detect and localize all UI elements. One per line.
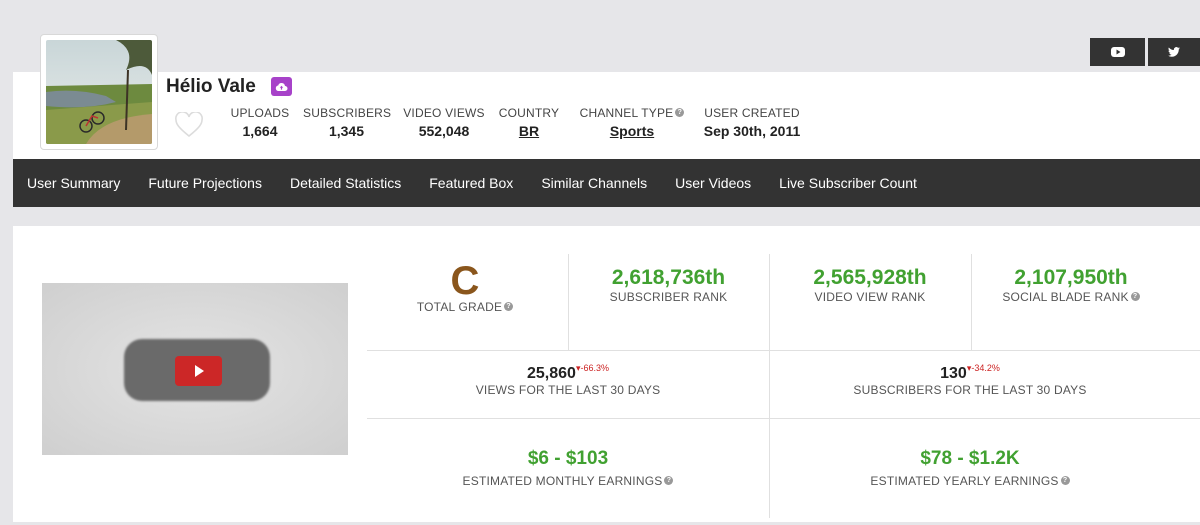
total-grade: C TOTAL GRADE? bbox=[390, 259, 540, 314]
yearly-earnings-label: ESTIMATED YEARLY EARNINGS bbox=[870, 474, 1059, 488]
help-icon[interactable]: ? bbox=[675, 108, 685, 117]
nav-featured-box[interactable]: Featured Box bbox=[429, 175, 513, 191]
stat-subscribers: SUBSCRIBERS 1,345 bbox=[303, 106, 392, 139]
channel-name: Hélio Vale bbox=[166, 76, 256, 97]
favorite-button[interactable] bbox=[174, 111, 204, 143]
divider bbox=[367, 350, 1200, 351]
nav-future-projections[interactable]: Future Projections bbox=[148, 175, 262, 191]
monthly-earnings: $6 - $103 ESTIMATED MONTHLY EARNINGS? bbox=[367, 448, 769, 488]
nav-bar: User Summary Future Projections Detailed… bbox=[13, 159, 1200, 207]
rank-value: 2,107,950th bbox=[1014, 266, 1128, 289]
nav-user-summary[interactable]: User Summary bbox=[27, 175, 120, 191]
stat-label: SUBSCRIBERS bbox=[303, 106, 392, 120]
nav-detailed-statistics[interactable]: Detailed Statistics bbox=[290, 175, 401, 191]
help-icon[interactable]: ? bbox=[1060, 476, 1070, 485]
rank-label: SOCIAL BLADE RANK bbox=[1002, 290, 1129, 304]
video-view-rank: 2,565,928th VIDEO VIEW RANK bbox=[769, 266, 971, 304]
rank-value: 2,618,736th bbox=[611, 266, 726, 289]
subscriber-rank: 2,618,736th SUBSCRIBER RANK bbox=[568, 266, 769, 304]
stat-label: USER CREATED bbox=[704, 106, 800, 120]
help-icon[interactable]: ? bbox=[664, 476, 674, 485]
monthly-earnings-value: $6 - $103 bbox=[527, 448, 609, 469]
help-icon[interactable]: ? bbox=[504, 302, 514, 311]
grade-value: C bbox=[450, 259, 480, 303]
views-30-value: 25,860 bbox=[527, 365, 576, 382]
avatar bbox=[40, 34, 158, 150]
subs-30-value: 130 bbox=[940, 365, 967, 382]
subs-30-label: SUBSCRIBERS FOR THE LAST 30 DAYS bbox=[853, 383, 1087, 397]
rank-label: SUBSCRIBER RANK bbox=[609, 290, 728, 304]
video-player[interactable] bbox=[42, 283, 348, 455]
country-link[interactable]: BR bbox=[498, 123, 560, 139]
nav-user-videos[interactable]: User Videos bbox=[675, 175, 751, 191]
stat-video-views: VIDEO VIEWS 552,048 bbox=[403, 106, 485, 139]
stat-channel-type: CHANNEL TYPE? Sports bbox=[572, 106, 692, 139]
cloud-upload-icon bbox=[275, 82, 288, 91]
subscribers-last-30-days: 130▾-34.2% SUBSCRIBERS FOR THE LAST 30 D… bbox=[769, 363, 1171, 397]
heart-icon bbox=[175, 111, 203, 138]
stat-value: 1,345 bbox=[328, 123, 365, 139]
stat-value: 1,664 bbox=[242, 123, 278, 139]
channel-avatar-image bbox=[46, 40, 152, 144]
grade-label: TOTAL GRADE bbox=[416, 300, 503, 314]
stat-user-created: USER CREATED Sep 30th, 2011 bbox=[702, 106, 802, 139]
monthly-earnings-label: ESTIMATED MONTHLY EARNINGS bbox=[462, 474, 663, 488]
views-30-delta: -66.3% bbox=[580, 363, 609, 373]
stat-label: UPLOADS bbox=[230, 106, 290, 120]
views-30-label: VIEWS FOR THE LAST 30 DAYS bbox=[475, 383, 661, 397]
partner-badge bbox=[271, 77, 292, 96]
twitter-icon bbox=[1168, 47, 1180, 57]
play-button[interactable] bbox=[175, 356, 222, 386]
twitter-link[interactable] bbox=[1148, 38, 1200, 66]
stat-label: CHANNEL TYPE bbox=[579, 106, 674, 120]
nav-similar-channels[interactable]: Similar Channels bbox=[541, 175, 647, 191]
stat-value: Sep 30th, 2011 bbox=[703, 123, 801, 139]
stat-value: 552,048 bbox=[418, 123, 470, 139]
views-last-30-days: 25,860▾-66.3% VIEWS FOR THE LAST 30 DAYS bbox=[367, 363, 769, 397]
rank-label: VIDEO VIEW RANK bbox=[814, 290, 926, 304]
nav-live-subscriber-count[interactable]: Live Subscriber Count bbox=[779, 175, 917, 191]
stat-label: VIDEO VIEWS bbox=[403, 106, 485, 120]
stat-country: COUNTRY BR bbox=[498, 106, 560, 139]
channel-type-link[interactable]: Sports bbox=[572, 123, 692, 139]
stat-label: COUNTRY bbox=[498, 106, 560, 120]
youtube-link[interactable] bbox=[1090, 38, 1145, 66]
help-icon[interactable]: ? bbox=[1130, 292, 1140, 301]
subs-30-delta: -34.2% bbox=[971, 363, 1000, 373]
rank-value: 2,565,928th bbox=[813, 266, 927, 289]
yearly-earnings: $78 - $1.2K ESTIMATED YEARLY EARNINGS? bbox=[769, 448, 1171, 488]
yearly-earnings-value: $78 - $1.2K bbox=[920, 448, 1020, 469]
play-icon bbox=[194, 365, 204, 377]
stat-uploads: UPLOADS 1,664 bbox=[230, 106, 290, 139]
social-blade-rank: 2,107,950th SOCIAL BLADE RANK? bbox=[971, 266, 1171, 304]
divider bbox=[367, 418, 1200, 419]
social-links bbox=[1090, 38, 1200, 66]
youtube-icon bbox=[1110, 47, 1125, 57]
